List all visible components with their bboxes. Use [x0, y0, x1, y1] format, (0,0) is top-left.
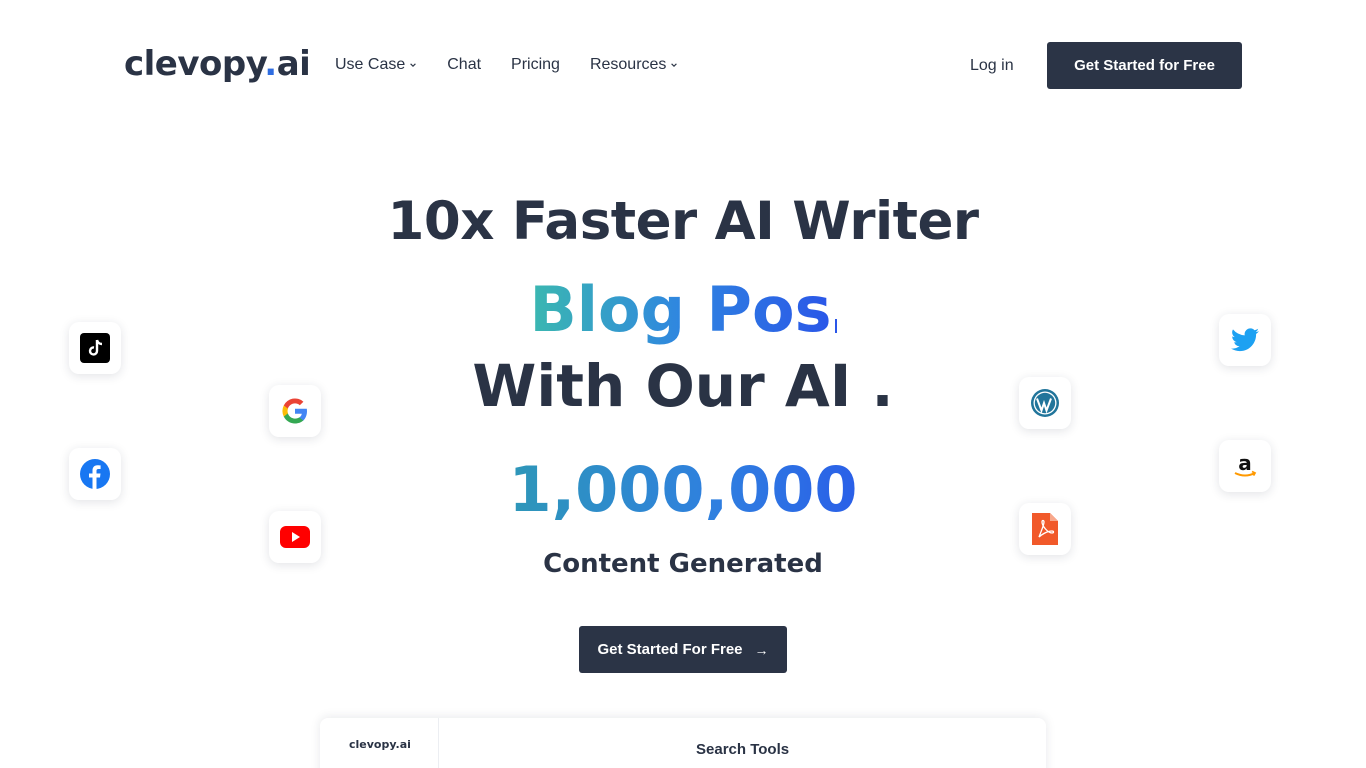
content-counter: 1,000,000: [0, 452, 1366, 528]
google-icon: [282, 398, 307, 424]
amazon-tile: a: [1219, 440, 1271, 492]
pdf-icon: [1032, 513, 1058, 545]
nav-item-label: Resources: [589, 56, 667, 73]
nav-item-use-case[interactable]: Use Case: [335, 54, 417, 76]
nav-item-resources[interactable]: Resources: [590, 54, 678, 76]
arrow-right-icon: →: [754, 641, 769, 658]
text-cursor: [834, 319, 837, 333]
svg-text:a: a: [1238, 451, 1252, 475]
hero-subtitle: With Our AI .: [472, 352, 894, 420]
tiktok-icon: [80, 333, 110, 363]
nav-item-label: Use Case: [335, 56, 406, 73]
amazon-icon: a: [1234, 451, 1257, 477]
pdf-tile: [1019, 503, 1071, 555]
facebook-tile: [69, 448, 121, 500]
youtube-tile: [269, 511, 321, 563]
chevron-down-icon: [671, 63, 678, 67]
nav-item-pricing[interactable]: Pricing: [511, 54, 560, 76]
wordpress-tile: [1019, 377, 1071, 429]
nav-item-label: Pricing: [511, 56, 560, 73]
preview-title: Search Tools: [696, 741, 790, 758]
counter-label: Content Generated: [543, 549, 823, 579]
nav-item-chat[interactable]: Chat: [447, 54, 481, 76]
app-preview: clevopy.ai Search Tools: [320, 718, 1046, 768]
logo[interactable]: clevopy.ai: [124, 40, 311, 88]
preview-divider: [438, 718, 439, 768]
youtube-icon: [280, 526, 310, 548]
site-header: clevopy.ai Use Case Chat Pricing Resourc…: [0, 0, 1366, 130]
facebook-icon: [80, 459, 110, 489]
twitter-tile: [1219, 314, 1271, 366]
main-nav: Use Case Chat Pricing Resources: [335, 54, 708, 76]
google-tile: [269, 385, 321, 437]
chevron-down-icon: [410, 63, 417, 67]
twitter-icon: [1231, 328, 1259, 352]
typing-word: Blog Pos: [529, 273, 832, 346]
get-started-button[interactable]: Get Started for Free: [1047, 42, 1242, 89]
cta-label: Get Started For Free: [597, 641, 743, 658]
wordpress-icon: [1031, 389, 1059, 417]
tiktok-tile: [69, 322, 121, 374]
counter-value: 1,000,000: [508, 453, 858, 526]
hero-cta-button[interactable]: Get Started For Free →: [579, 626, 787, 673]
preview-logo: clevopy.ai: [349, 738, 411, 751]
nav-item-label: Chat: [447, 56, 482, 73]
hero-title: 10x Faster AI Writer: [387, 191, 979, 252]
login-link[interactable]: Log in: [970, 55, 1014, 77]
typing-text: Blog Pos: [0, 270, 1366, 350]
